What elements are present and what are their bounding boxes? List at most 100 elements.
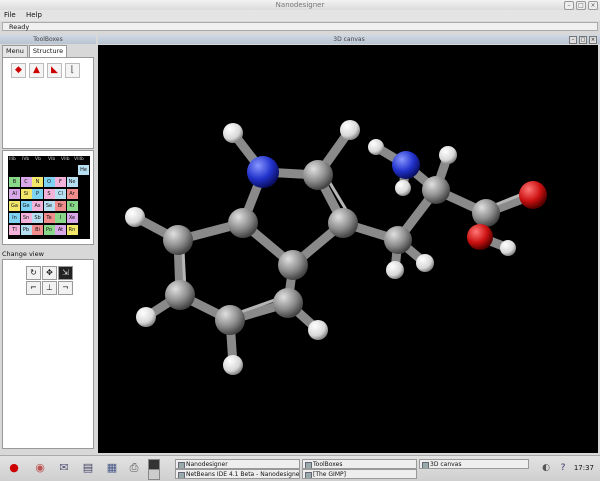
molecule-3d-canvas[interactable] — [98, 45, 598, 453]
taskbar: ● ◉ ✉ ▤ ▦ ⎙ Nanodesigner NetBeans IDE 4.… — [0, 455, 600, 481]
presentation-launcher-icon[interactable]: ▦ — [104, 461, 120, 475]
tab-structure[interactable]: Structure — [28, 45, 68, 57]
element-tl[interactable]: Tl — [9, 225, 20, 235]
atom-c6 — [228, 208, 258, 238]
select-tool-icon[interactable]: ◣ — [47, 63, 62, 78]
menu-file[interactable]: File — [0, 10, 20, 21]
atom-c2 — [165, 280, 195, 310]
element-f[interactable]: F — [55, 177, 66, 187]
redhat-menu-icon[interactable]: ● — [6, 461, 22, 475]
group-header: Vb — [35, 157, 41, 162]
task-toolboxes[interactable]: ToolBoxes — [302, 459, 417, 469]
atom-c7 — [303, 160, 333, 190]
canvas-minimize-icon[interactable]: – — [569, 36, 577, 44]
group-header: VIb — [48, 157, 56, 162]
group-header: IVb — [22, 157, 30, 162]
element-he[interactable]: He — [78, 165, 89, 175]
canvas-close-icon[interactable]: × — [589, 36, 597, 44]
element-sb[interactable]: Sb — [32, 213, 43, 223]
erase-tool-icon[interactable]: ⌊ — [65, 63, 80, 78]
printer-launcher-icon[interactable]: ⎙ — [126, 461, 142, 475]
element-po[interactable]: Po — [43, 225, 55, 235]
view-right-icon[interactable]: ¬ — [58, 281, 73, 295]
atom-h6 — [340, 120, 360, 140]
view-left-icon[interactable]: ⌐ — [26, 281, 41, 295]
change-view-label: Change view — [2, 250, 44, 258]
tab-menu[interactable]: Menu — [2, 45, 28, 57]
element-at[interactable]: At — [55, 225, 66, 235]
element-c[interactable]: C — [20, 177, 32, 187]
task-netbeans[interactable]: NetBeans IDE 4.1 Beta - Nanodesigner — [175, 469, 300, 479]
atom-h10 — [395, 180, 411, 196]
atom-c1 — [163, 225, 193, 255]
editor-launcher-icon[interactable]: ▤ — [80, 461, 96, 475]
element-pb[interactable]: Pb — [20, 225, 32, 235]
element-bi[interactable]: Bi — [32, 225, 43, 235]
atom-c9 — [384, 226, 412, 254]
group-header: IIIb — [9, 157, 16, 162]
element-in[interactable]: In — [9, 213, 20, 223]
menu-help[interactable]: Help — [22, 10, 46, 21]
view-front-icon[interactable]: ⊥ — [42, 281, 57, 295]
tray-help-icon[interactable]: ? — [555, 461, 571, 475]
element-s[interactable]: S — [43, 189, 55, 199]
atom-n2 — [392, 151, 420, 179]
atoms — [125, 120, 547, 375]
periodic-table-panel: IIIb IVb Vb VIb VIIb VIIIb He B C N O F Ne Al Si P S Cl Ar… — [2, 150, 94, 245]
atom-tool-icon[interactable]: ▲ — [29, 63, 44, 78]
toolbox-tabs: Menu Structure — [2, 45, 68, 57]
window-controls: – □ × — [564, 0, 598, 10]
rotate-view-icon[interactable]: ↻ — [26, 266, 41, 280]
element-ga[interactable]: Ga — [9, 201, 20, 211]
atom-h7 — [386, 261, 404, 279]
element-ar[interactable]: Ar — [66, 189, 78, 199]
element-al[interactable]: Al — [9, 189, 20, 199]
maximize-icon[interactable]: □ — [576, 0, 586, 10]
element-xe[interactable]: Xe — [66, 213, 78, 223]
taskbar-clock: 17:37 — [573, 464, 594, 472]
atom-h9 — [368, 139, 384, 155]
tray-network-icon[interactable]: ◐ — [538, 461, 554, 475]
bond-tool-icon[interactable]: ◆ — [11, 63, 26, 78]
element-se[interactable]: Se — [43, 201, 55, 211]
element-as[interactable]: As — [32, 201, 43, 211]
element-br[interactable]: Br — [55, 201, 66, 211]
canvas-window-controls: – □ × — [569, 36, 597, 44]
molecule-render — [125, 120, 547, 375]
element-cl[interactable]: Cl — [55, 189, 66, 199]
element-p[interactable]: P — [32, 189, 43, 199]
element-sn[interactable]: Sn — [20, 213, 32, 223]
element-b[interactable]: B — [9, 177, 20, 187]
atom-c10 — [422, 176, 450, 204]
element-te[interactable]: Te — [43, 213, 55, 223]
element-o[interactable]: O — [43, 177, 55, 187]
periodic-table: IIIb IVb Vb VIb VIIb VIIIb He B C N O F Ne Al Si P S Cl Ar… — [8, 156, 90, 239]
element-si[interactable]: Si — [20, 189, 32, 199]
element-ne[interactable]: Ne — [66, 177, 78, 187]
atom-c11 — [472, 199, 500, 227]
minimize-icon[interactable]: – — [564, 0, 574, 10]
atom-o2 — [467, 224, 493, 250]
element-ge[interactable]: Ge — [20, 201, 32, 211]
task-nanodesigner[interactable]: Nanodesigner — [175, 459, 300, 469]
menu-bar: File Help — [0, 10, 600, 21]
close-icon[interactable]: × — [588, 0, 598, 10]
task-3d-canvas[interactable]: 3D canvas — [419, 459, 529, 469]
workspace-2-icon[interactable] — [148, 469, 160, 480]
atom-h2 — [136, 307, 156, 327]
toolboxes-title-bar[interactable]: ToolBoxes — [0, 35, 96, 44]
browser-launcher-icon[interactable]: ◉ — [32, 461, 48, 475]
element-i[interactable]: I — [55, 213, 66, 223]
zoom-view-icon[interactable]: ⇲ — [58, 266, 73, 280]
canvas-title-bar[interactable]: 3D canvas — [98, 35, 600, 44]
element-rn[interactable]: Rn — [66, 225, 78, 235]
change-view-panel: ↻ ✥ ⇲ ⌐ ⊥ ¬ — [2, 259, 94, 449]
element-kr[interactable]: Kr — [66, 201, 78, 211]
element-n[interactable]: N — [32, 177, 43, 187]
move-view-icon[interactable]: ✥ — [42, 266, 57, 280]
task-gimp[interactable]: [The GIMP] — [302, 469, 417, 479]
atom-c3 — [215, 305, 245, 335]
mail-launcher-icon[interactable]: ✉ — [56, 461, 72, 475]
canvas-maximize-icon[interactable]: □ — [579, 36, 587, 44]
canvas-title: 3D canvas — [333, 36, 365, 43]
